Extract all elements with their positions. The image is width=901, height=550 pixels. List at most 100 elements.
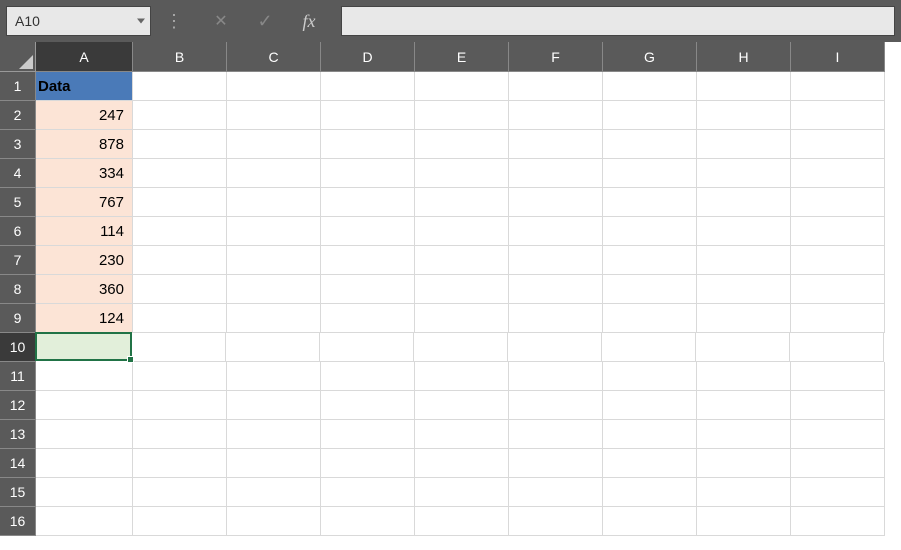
- cell-f10[interactable]: [508, 333, 602, 362]
- cell-h15[interactable]: [697, 478, 791, 507]
- cell-d14[interactable]: [321, 449, 415, 478]
- cell-f16[interactable]: [509, 507, 603, 536]
- cell-h13[interactable]: [697, 420, 791, 449]
- cell-e8[interactable]: [415, 275, 509, 304]
- cell-g2[interactable]: [603, 101, 697, 130]
- row-header-6[interactable]: 6: [0, 217, 36, 246]
- cell-a3[interactable]: 878: [36, 130, 133, 159]
- cell-b14[interactable]: [133, 449, 227, 478]
- row-header-7[interactable]: 7: [0, 246, 36, 275]
- cell-c2[interactable]: [227, 101, 321, 130]
- cell-d12[interactable]: [321, 391, 415, 420]
- cell-i1[interactable]: [791, 72, 885, 101]
- cell-g1[interactable]: [603, 72, 697, 101]
- cell-i2[interactable]: [791, 101, 885, 130]
- confirm-button[interactable]: ✓: [243, 5, 287, 37]
- cell-d6[interactable]: [321, 217, 415, 246]
- row-header-14[interactable]: 14: [0, 449, 36, 478]
- cell-h16[interactable]: [697, 507, 791, 536]
- cell-b1[interactable]: [133, 72, 227, 101]
- row-header-12[interactable]: 12: [0, 391, 36, 420]
- row-header-3[interactable]: 3: [0, 130, 36, 159]
- cell-d11[interactable]: [321, 362, 415, 391]
- cell-a1[interactable]: Data: [36, 72, 133, 101]
- cell-d15[interactable]: [321, 478, 415, 507]
- cell-f6[interactable]: [509, 217, 603, 246]
- cell-i14[interactable]: [791, 449, 885, 478]
- column-header-a[interactable]: A: [36, 42, 133, 72]
- cell-c7[interactable]: [227, 246, 321, 275]
- cell-d2[interactable]: [321, 101, 415, 130]
- cells-grid[interactable]: Data247878334767114230360124: [36, 72, 885, 536]
- cell-a8[interactable]: 360: [36, 275, 133, 304]
- cell-g4[interactable]: [603, 159, 697, 188]
- column-header-d[interactable]: D: [321, 42, 415, 72]
- cell-b9[interactable]: [133, 304, 227, 333]
- column-header-i[interactable]: I: [791, 42, 885, 72]
- row-header-15[interactable]: 15: [0, 478, 36, 507]
- cell-e7[interactable]: [415, 246, 509, 275]
- cell-g8[interactable]: [603, 275, 697, 304]
- cell-h9[interactable]: [697, 304, 791, 333]
- cell-a6[interactable]: 114: [36, 217, 133, 246]
- cell-h7[interactable]: [697, 246, 791, 275]
- cell-d7[interactable]: [321, 246, 415, 275]
- cell-b3[interactable]: [133, 130, 227, 159]
- cell-b12[interactable]: [133, 391, 227, 420]
- cell-b11[interactable]: [133, 362, 227, 391]
- cell-i15[interactable]: [791, 478, 885, 507]
- column-header-b[interactable]: B: [133, 42, 227, 72]
- cell-d4[interactable]: [321, 159, 415, 188]
- formula-input[interactable]: [341, 6, 895, 36]
- cell-g14[interactable]: [603, 449, 697, 478]
- name-box[interactable]: A10: [6, 6, 151, 36]
- cell-f11[interactable]: [509, 362, 603, 391]
- cell-h10[interactable]: [696, 333, 790, 362]
- cell-i8[interactable]: [791, 275, 885, 304]
- cell-g7[interactable]: [603, 246, 697, 275]
- cancel-button[interactable]: ✕: [199, 5, 243, 37]
- cell-c15[interactable]: [227, 478, 321, 507]
- cell-h2[interactable]: [697, 101, 791, 130]
- cell-e5[interactable]: [415, 188, 509, 217]
- cell-g10[interactable]: [602, 333, 696, 362]
- cell-i7[interactable]: [791, 246, 885, 275]
- cell-b13[interactable]: [133, 420, 227, 449]
- fx-button[interactable]: fx: [287, 5, 331, 37]
- cell-e16[interactable]: [415, 507, 509, 536]
- cell-b5[interactable]: [133, 188, 227, 217]
- cell-f14[interactable]: [509, 449, 603, 478]
- cell-b16[interactable]: [133, 507, 227, 536]
- row-header-4[interactable]: 4: [0, 159, 36, 188]
- cell-f12[interactable]: [509, 391, 603, 420]
- cell-d13[interactable]: [321, 420, 415, 449]
- cell-e1[interactable]: [415, 72, 509, 101]
- cell-d8[interactable]: [321, 275, 415, 304]
- cell-e14[interactable]: [415, 449, 509, 478]
- cell-b8[interactable]: [133, 275, 227, 304]
- cell-a7[interactable]: 230: [36, 246, 133, 275]
- cell-d3[interactable]: [321, 130, 415, 159]
- cell-g3[interactable]: [603, 130, 697, 159]
- row-header-5[interactable]: 5: [0, 188, 36, 217]
- cell-f2[interactable]: [509, 101, 603, 130]
- cell-h3[interactable]: [697, 130, 791, 159]
- cell-e15[interactable]: [415, 478, 509, 507]
- cell-e9[interactable]: [415, 304, 509, 333]
- cell-i13[interactable]: [791, 420, 885, 449]
- cell-e6[interactable]: [415, 217, 509, 246]
- cell-c6[interactable]: [227, 217, 321, 246]
- cell-c10[interactable]: [226, 333, 320, 362]
- cell-a15[interactable]: [36, 478, 133, 507]
- row-header-9[interactable]: 9: [0, 304, 36, 333]
- cell-a10[interactable]: [35, 332, 132, 361]
- cell-b10[interactable]: [132, 333, 226, 362]
- cell-f15[interactable]: [509, 478, 603, 507]
- cell-e12[interactable]: [415, 391, 509, 420]
- cell-e3[interactable]: [415, 130, 509, 159]
- select-all-corner[interactable]: [0, 42, 36, 72]
- cell-g6[interactable]: [603, 217, 697, 246]
- cell-a11[interactable]: [36, 362, 133, 391]
- cell-a16[interactable]: [36, 507, 133, 536]
- cell-g11[interactable]: [603, 362, 697, 391]
